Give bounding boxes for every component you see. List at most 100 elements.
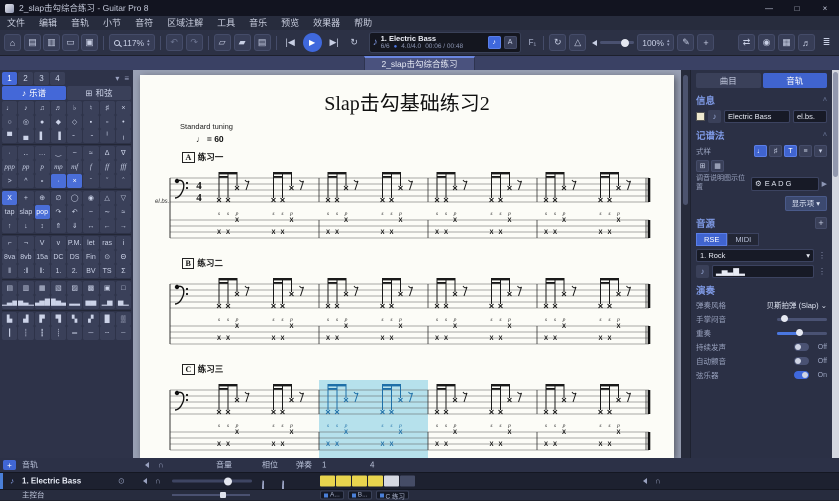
loop-button[interactable]: ↻ bbox=[346, 34, 363, 51]
new-doc-button[interactable]: ▱ bbox=[213, 34, 231, 51]
palette-cell-12-5[interactable]: ▩ bbox=[83, 281, 99, 295]
palette-cell-9-6[interactable]: ras bbox=[99, 236, 115, 250]
staff-system-a[interactable]: 44sXsXpXsXsXpXsXsXpXsXsXpXsXsXpXsXsXpXsX… bbox=[166, 164, 658, 250]
play-button[interactable]: ▶ bbox=[302, 33, 322, 52]
palette-cell-3-2[interactable]: … bbox=[34, 146, 50, 160]
palette-cell-14-5[interactable]: ▞ bbox=[83, 312, 99, 326]
menu-item-0[interactable]: 文件 bbox=[0, 16, 32, 30]
palette-cell-10-4[interactable]: DS bbox=[67, 250, 83, 264]
sequencer-cell-2[interactable] bbox=[352, 475, 367, 487]
palette-tab-4[interactable]: 4 bbox=[50, 72, 65, 85]
notation-extra-button-1[interactable]: ▦ bbox=[711, 160, 724, 172]
staff-system-b[interactable]: sXsXpXsXsXpXsXsXpXsXsXpXsXsXpXsXsXpXsXsX… bbox=[166, 270, 658, 356]
undo-button[interactable]: ↶ bbox=[165, 34, 183, 51]
palette-cell-8-1[interactable]: ↓ bbox=[18, 219, 34, 233]
toolbar-right-icon-1[interactable]: ◉ bbox=[758, 34, 775, 51]
palette-tab-3[interactable]: 3 bbox=[34, 72, 49, 85]
palette-cell-1-7[interactable]: • bbox=[115, 115, 131, 129]
palette-caret-icon[interactable]: ▾ bbox=[113, 72, 121, 85]
palette-cell-14-0[interactable]: ▙ bbox=[2, 312, 18, 326]
track-solo-button[interactable]: ∩ bbox=[155, 477, 161, 486]
palette-cell-6-0[interactable]: X bbox=[2, 191, 18, 205]
palette-cell-4-4[interactable]: mf bbox=[67, 160, 83, 174]
palette-cell-11-7[interactable]: Σ bbox=[115, 264, 131, 278]
palette-cell-10-5[interactable]: Fin bbox=[83, 250, 99, 264]
countdown-button[interactable]: ↻ bbox=[549, 34, 567, 51]
palette-cell-13-4[interactable]: ▂▂ bbox=[67, 295, 83, 309]
palette-cell-2-5[interactable]: ╶ bbox=[83, 129, 99, 143]
palette-cell-11-6[interactable]: TS bbox=[99, 264, 115, 278]
menu-item-4[interactable]: 音符 bbox=[128, 16, 160, 30]
palette-cell-5-4[interactable]: × bbox=[67, 174, 83, 188]
window-scrollbar[interactable] bbox=[832, 70, 839, 458]
palette-cell-7-7[interactable]: ≈ bbox=[115, 205, 131, 219]
palette-cell-0-5[interactable]: ♮ bbox=[83, 101, 99, 115]
add-button[interactable]: + bbox=[697, 34, 715, 51]
palette-cell-7-5[interactable]: ~ bbox=[83, 205, 99, 219]
palette-cell-2-7[interactable]: ╷ bbox=[115, 129, 131, 143]
palette-cell-2-4[interactable]: ╴ bbox=[67, 129, 83, 143]
palette-cell-2-6[interactable]: ╵ bbox=[99, 129, 115, 143]
palette-cell-7-6[interactable]: ∼ bbox=[99, 205, 115, 219]
palette-cell-9-1[interactable]: ¬ bbox=[18, 236, 34, 250]
palette-cell-6-4[interactable]: ◯ bbox=[67, 191, 83, 205]
mixer-track-row[interactable]: ♪ 1. Electric Bass ⊙ ∩ ∩ bbox=[0, 472, 839, 499]
menu-item-3[interactable]: 小节 bbox=[96, 16, 128, 30]
window-scrollbar-thumb[interactable] bbox=[833, 72, 838, 177]
palette-cell-5-3[interactable]: · bbox=[50, 174, 66, 188]
score-scrollbar-thumb[interactable] bbox=[683, 75, 688, 205]
play-style-value[interactable]: 贝斯拍弹 (Slap) ⌄ bbox=[767, 300, 827, 311]
print-button[interactable]: ▤ bbox=[253, 34, 271, 51]
palm-mute-slider[interactable] bbox=[777, 315, 827, 322]
strings-toggle[interactable] bbox=[794, 371, 809, 379]
row-headphone-icon[interactable]: ∩ bbox=[655, 477, 661, 486]
track-volume-slider[interactable] bbox=[172, 477, 252, 485]
menu-item-8[interactable]: 预览 bbox=[274, 16, 306, 30]
palette-cell-7-1[interactable]: slap bbox=[18, 205, 34, 219]
toolbar-right-icon-3[interactable]: ♬ bbox=[798, 34, 815, 51]
palette-cell-15-3[interactable]: ┊ bbox=[50, 326, 66, 340]
palette-cell-5-7[interactable]: ˆ bbox=[115, 174, 131, 188]
minimize-button[interactable]: — bbox=[755, 0, 783, 16]
score-scrollbar[interactable] bbox=[681, 70, 690, 458]
track-color-swatch[interactable] bbox=[696, 112, 705, 121]
section-marker-2[interactable]: C 练习 bbox=[375, 490, 410, 500]
palette-cell-6-3[interactable]: ∅ bbox=[50, 191, 66, 205]
palette-cell-4-6[interactable]: ff bbox=[99, 160, 115, 174]
palette-cell-0-4[interactable]: ♭ bbox=[67, 101, 83, 115]
track-mute-button[interactable] bbox=[140, 478, 147, 484]
palette-cell-14-4[interactable]: ▚ bbox=[67, 312, 83, 326]
effect-chain-box[interactable]: ▂▅▃▇▂ bbox=[712, 264, 814, 278]
palette-cell-3-0[interactable]: · bbox=[2, 146, 18, 160]
palette-cell-13-5[interactable]: ▅▅ bbox=[83, 295, 99, 309]
midi-button[interactable]: MIDI bbox=[727, 232, 760, 246]
palette-cell-15-1[interactable]: ┆ bbox=[18, 326, 34, 340]
palette-cell-4-5[interactable]: f bbox=[83, 160, 99, 174]
palette-cell-7-0[interactable]: tap bbox=[2, 205, 18, 219]
palette-tab-1[interactable]: 1 bbox=[2, 72, 17, 85]
palette-cell-8-6[interactable]: ← bbox=[99, 219, 115, 233]
tab-song[interactable]: 曲目 bbox=[696, 73, 761, 88]
palette-cell-13-2[interactable]: ▃▅▇ bbox=[34, 295, 50, 309]
toolbar-right-icon-0[interactable]: ⇄ bbox=[738, 34, 755, 51]
view-mode-3-button[interactable]: ▣ bbox=[81, 34, 98, 51]
effect-menu-icon[interactable]: ⋮ bbox=[817, 267, 827, 276]
toolbar-right-icon-2[interactable]: ▦ bbox=[778, 34, 795, 51]
palette-cell-11-2[interactable]: ‖: bbox=[34, 264, 50, 278]
notation-style-button-3[interactable]: ≡ bbox=[799, 145, 812, 157]
palette-cell-9-4[interactable]: P.M. bbox=[67, 236, 83, 250]
palette-cell-12-0[interactable]: ▤ bbox=[2, 281, 18, 295]
palette-cell-11-1[interactable]: :‖ bbox=[18, 264, 34, 278]
sequencer-cell-5[interactable] bbox=[400, 475, 415, 487]
palette-cell-8-7[interactable]: → bbox=[115, 219, 131, 233]
palette-cell-2-3[interactable]: ▐ bbox=[50, 129, 66, 143]
palette-cell-10-2[interactable]: 15a bbox=[34, 250, 50, 264]
palette-cell-5-0[interactable]: > bbox=[2, 174, 18, 188]
add-track-button[interactable]: + bbox=[3, 460, 16, 470]
score-view[interactable]: Slap击勾基础练习2 Standard tuning ♩ = 60 A 练习一 e… bbox=[133, 70, 690, 458]
palette-cell-1-6[interactable]: ▫ bbox=[99, 115, 115, 129]
sequencer-cell-1[interactable] bbox=[336, 475, 351, 487]
palette-cell-8-5[interactable]: ↔ bbox=[83, 219, 99, 233]
palette-cell-3-1[interactable]: ‥ bbox=[18, 146, 34, 160]
soundbank-select[interactable]: 1. Rock ▾ bbox=[696, 248, 814, 262]
